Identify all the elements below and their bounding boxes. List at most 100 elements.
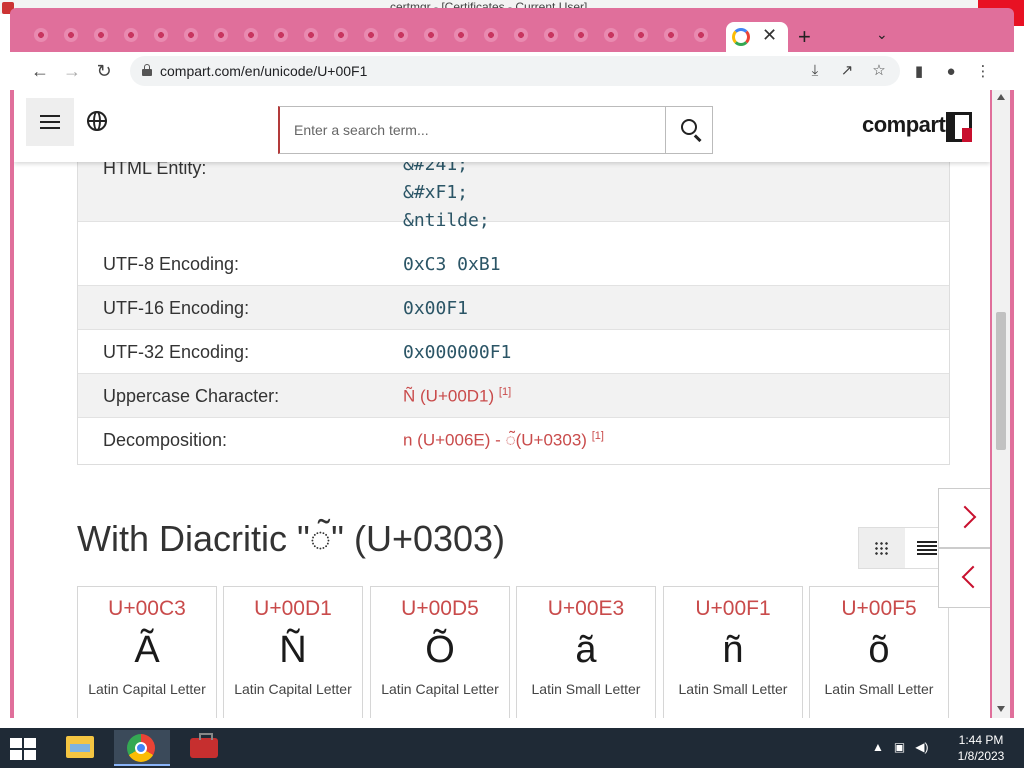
tab-16[interactable] <box>478 22 504 48</box>
character-card[interactable]: U+00D5 Õ Latin Capital Letter <box>370 586 510 718</box>
tab-strip: ✕ + ⌄ <box>10 8 1014 52</box>
tab-9[interactable] <box>268 22 294 48</box>
scrollbar-thumb[interactable] <box>996 312 1006 450</box>
tab-10[interactable] <box>298 22 324 48</box>
card-name: Latin Small Letter <box>678 681 788 697</box>
search-button[interactable] <box>665 106 713 154</box>
tab-1[interactable] <box>28 22 54 48</box>
back-button[interactable]: ← <box>28 59 52 83</box>
tab-favicon-icon <box>94 28 108 42</box>
character-card[interactable]: U+00C3 Ã Latin Capital Letter <box>77 586 217 718</box>
reference-link[interactable]: [1] <box>592 430 604 442</box>
lock-icon[interactable] <box>142 64 152 76</box>
tab-19[interactable] <box>568 22 594 48</box>
taskbar-file-explorer[interactable] <box>52 730 108 766</box>
decomposition-link-text[interactable]: n (U+006E) - ◌̃(U+0303) <box>403 431 587 450</box>
card-code: U+00E3 <box>547 597 625 620</box>
scroll-down-arrow-icon[interactable] <box>997 706 1005 712</box>
tab-search-button[interactable]: ⌄ <box>876 26 888 43</box>
active-tab[interactable]: ✕ <box>726 22 788 52</box>
table-row: UTF-32 Encoding: 0x000000F1 <box>78 330 949 374</box>
tray-chevron-up-icon[interactable]: ▲ <box>872 740 884 754</box>
tab-6[interactable] <box>178 22 204 48</box>
profile-avatar-icon[interactable]: ● <box>940 61 962 83</box>
tab-20[interactable] <box>598 22 624 48</box>
card-glyph: Ã <box>134 629 160 671</box>
clock-date: 1/8/2023 <box>957 749 1005 763</box>
site-header: compart <box>14 90 990 162</box>
tab-favicon-icon <box>214 28 228 42</box>
card-code: U+00C3 <box>108 597 186 620</box>
tab-favicon-icon <box>364 28 378 42</box>
card-glyph: õ <box>868 629 890 671</box>
compart-logo[interactable]: compart <box>862 112 946 138</box>
tab-favicon-icon <box>604 28 618 42</box>
card-glyph: Ñ <box>279 629 307 671</box>
tab-favicon-icon <box>694 28 708 42</box>
network-icon[interactable]: ▣ <box>894 740 905 754</box>
decomposition-link[interactable]: n (U+006E) - ◌̃(U+0303) [1] <box>403 430 604 451</box>
uppercase-link[interactable]: Ñ (U+00D1) [1] <box>403 386 511 407</box>
table-row: UTF-16 Encoding: 0x00F1 <box>78 286 949 330</box>
share-icon[interactable]: ↗ <box>838 62 856 80</box>
address-bar[interactable]: compart.com/en/unicode/U+00F1 ⤓ ↗ ☆ <box>130 56 900 86</box>
page-scrollbar[interactable] <box>992 90 1010 718</box>
tab-favicon-icon <box>664 28 678 42</box>
card-code: U+00D5 <box>401 597 479 620</box>
row-value: 0xC3 0xB1 <box>403 254 501 275</box>
close-tab-icon[interactable]: ✕ <box>762 25 777 46</box>
tab-8[interactable] <box>238 22 264 48</box>
character-card[interactable]: U+00E3 ã Latin Small Letter <box>516 586 656 718</box>
uppercase-link-text[interactable]: Ñ (U+00D1) <box>403 387 494 406</box>
kebab-menu-icon[interactable]: ⋮ <box>972 61 994 83</box>
previous-character-button[interactable] <box>938 548 990 608</box>
tab-7[interactable] <box>208 22 234 48</box>
character-card[interactable]: U+00F5 õ Latin Small Letter <box>809 586 949 718</box>
tab-11[interactable] <box>328 22 354 48</box>
tab-favicon-icon <box>454 28 468 42</box>
tab-14[interactable] <box>418 22 444 48</box>
forward-button[interactable]: → <box>60 59 84 83</box>
url-text[interactable]: compart.com/en/unicode/U+00F1 <box>160 63 367 79</box>
globe-icon[interactable] <box>87 111 107 131</box>
row-value: 0x00F1 <box>403 298 469 319</box>
volume-icon[interactable]: ◀) <box>915 740 928 754</box>
start-button[interactable] <box>10 738 36 760</box>
reload-button[interactable]: ↻ <box>92 59 116 83</box>
tab-23[interactable] <box>688 22 714 48</box>
character-card[interactable]: U+00D1 Ñ Latin Capital Letter <box>223 586 363 718</box>
card-name: Latin Capital Letter <box>88 681 206 697</box>
taskbar-clock[interactable]: 1:44 PM 1/8/2023 <box>950 732 1012 764</box>
grid-view-button[interactable] <box>859 528 905 568</box>
tab-favicon-icon <box>394 28 408 42</box>
hamburger-menu-button[interactable] <box>26 98 74 146</box>
next-character-button[interactable] <box>938 488 990 548</box>
arrow-right-icon: → <box>63 60 81 81</box>
taskbar-toolbox-app[interactable] <box>176 730 232 766</box>
tab-22[interactable] <box>658 22 684 48</box>
reference-link[interactable]: [1] <box>499 386 511 398</box>
install-app-icon[interactable]: ⤓ <box>806 62 824 80</box>
tab-4[interactable] <box>118 22 144 48</box>
search-input[interactable] <box>278 106 666 154</box>
chevron-left-icon <box>961 565 985 589</box>
taskbar-chrome[interactable] <box>114 730 170 766</box>
table-row: Uppercase Character: Ñ (U+00D1) [1] <box>78 374 949 418</box>
tab-15[interactable] <box>448 22 474 48</box>
tab-18[interactable] <box>538 22 564 48</box>
tab-13[interactable] <box>388 22 414 48</box>
toolbox-icon <box>190 733 218 758</box>
card-glyph: ã <box>575 629 597 671</box>
bookmark-star-icon[interactable]: ☆ <box>870 62 888 80</box>
character-card[interactable]: U+00F1 ñ Latin Small Letter <box>663 586 803 718</box>
tab-12[interactable] <box>358 22 384 48</box>
scroll-up-arrow-icon[interactable] <box>997 94 1005 100</box>
tab-2[interactable] <box>58 22 84 48</box>
tab-21[interactable] <box>628 22 654 48</box>
tab-5[interactable] <box>148 22 174 48</box>
side-panel-icon[interactable]: ▮ <box>908 61 930 83</box>
tab-3[interactable] <box>88 22 114 48</box>
new-tab-button[interactable]: + <box>798 24 811 50</box>
view-toggle <box>858 527 951 569</box>
tab-17[interactable] <box>508 22 534 48</box>
